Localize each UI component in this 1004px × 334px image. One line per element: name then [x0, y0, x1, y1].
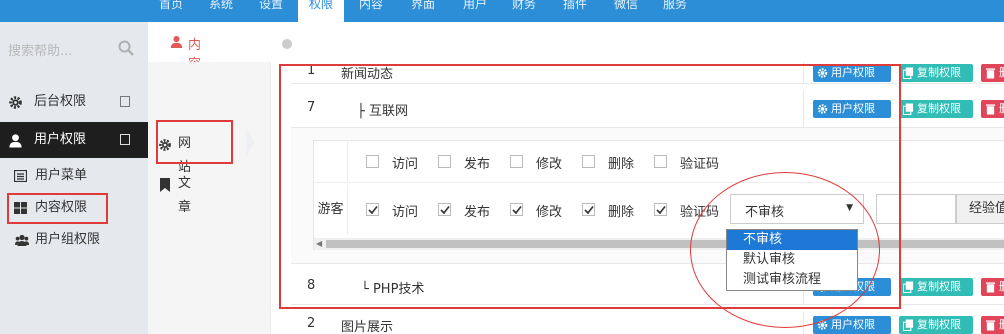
annotation-box-website [156, 120, 233, 164]
secondary-nav-label: 文章 [178, 176, 192, 215]
nav-content[interactable]: 内容 [356, 0, 386, 22]
active-pointer-arrow [246, 128, 255, 156]
secondary-nav: 网站 文章 [148, 62, 262, 334]
sidebar-item-label: 后台权限 [34, 94, 87, 109]
search-icon[interactable] [118, 40, 134, 56]
collapse-indicator-icon [120, 96, 130, 107]
top-navigation: 首页 系统 设置 权限 内容 界面 用户 财务 插件 微信 服务 [0, 0, 1004, 22]
nav-service[interactable]: 服务 [660, 0, 690, 22]
nav-plugins[interactable]: 插件 [560, 0, 590, 22]
delete-button[interactable]: 删 [981, 316, 1004, 334]
button-label: 复制权限 [917, 280, 961, 293]
delete-button[interactable]: 删 [981, 64, 1004, 82]
nav-permissions[interactable]: 权限 [298, 0, 344, 22]
button-label: 用户权限 [831, 318, 875, 331]
button-label: 复制权限 [917, 66, 961, 79]
tab-close-dot-icon[interactable] [282, 39, 292, 49]
annotation-box-content-permissions [7, 193, 108, 224]
experience-addon-label: 经验值 [956, 194, 1004, 224]
copy-permission-button[interactable]: 复制权限 [899, 278, 973, 296]
users-icon [15, 234, 29, 246]
button-label: 删 [999, 66, 1004, 79]
sidebar-item-user-permissions[interactable]: 用户权限 [0, 122, 148, 158]
button-label: 复制权限 [917, 318, 961, 331]
button-label: 复制权限 [917, 102, 961, 115]
sidebar: 搜索帮助... 后台权限 用户权限 用户菜单 内容权限 用户组权限 [0, 22, 148, 334]
nav-users[interactable]: 用户 [460, 0, 490, 22]
nav-home[interactable]: 首页 [156, 0, 186, 22]
nav-wechat[interactable]: 微信 [611, 0, 641, 22]
copy-icon [903, 103, 914, 115]
nav-settings[interactable]: 设置 [256, 0, 286, 22]
copy-permission-button[interactable]: 复制权限 [899, 100, 973, 118]
copy-icon [903, 67, 914, 79]
sidebar-subitem-user-group-permissions[interactable]: 用户组权限 [0, 225, 148, 255]
button-label: 删 [999, 102, 1004, 115]
tab-bar: 内容权限 [148, 22, 1004, 110]
nav-system[interactable]: 系统 [206, 0, 236, 22]
nav-interface[interactable]: 界面 [408, 0, 438, 22]
sidebar-subitem-label: 用户组权限 [35, 232, 101, 247]
copy-permission-button[interactable]: 复制权限 [899, 316, 973, 334]
table-row: 2 图片展示 用户权限 复制权限 删 [291, 312, 1004, 334]
copy-permission-button[interactable]: 复制权限 [899, 64, 973, 82]
delete-button[interactable]: 删 [981, 100, 1004, 118]
sidebar-subitem-user-menu[interactable]: 用户菜单 [0, 161, 148, 191]
row-id: 2 [307, 316, 316, 331]
trash-icon [985, 68, 996, 79]
nav-finance[interactable]: 财务 [509, 0, 539, 22]
trash-icon [985, 282, 996, 293]
row-name: 图片展示 [341, 320, 394, 334]
sidebar-item-label: 用户权限 [34, 132, 87, 147]
button-label: 删 [999, 318, 1004, 331]
list-icon [14, 170, 27, 182]
search-box[interactable]: 搜索帮助... [8, 36, 134, 62]
collapse-indicator-icon [120, 134, 130, 145]
gear-icon [9, 96, 22, 109]
annotation-ellipse-dropdown [690, 172, 880, 328]
user-icon [170, 35, 183, 48]
search-placeholder[interactable]: 搜索帮助... [8, 40, 72, 59]
user-icon [9, 134, 22, 148]
delete-button[interactable]: 删 [981, 278, 1004, 296]
copy-icon [903, 319, 914, 331]
sidebar-item-admin-permissions[interactable]: 后台权限 [0, 84, 148, 120]
trash-icon [985, 320, 996, 331]
button-label: 删 [999, 280, 1004, 293]
copy-icon [903, 281, 914, 293]
trash-icon [985, 104, 996, 115]
sidebar-subitem-label: 用户菜单 [35, 168, 88, 183]
bookmark-icon [160, 178, 170, 192]
